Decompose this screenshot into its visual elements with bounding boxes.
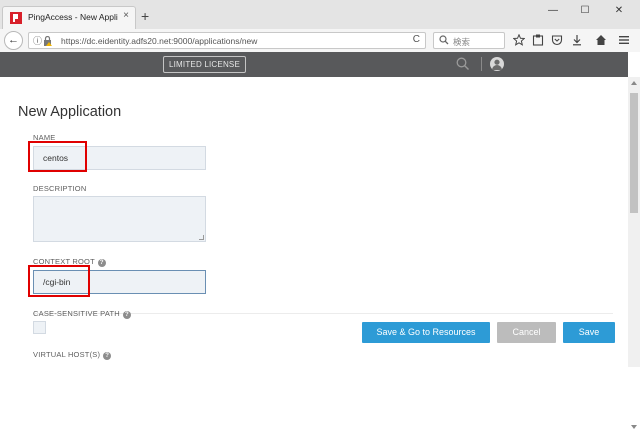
- search-bar[interactable]: 検索: [433, 32, 505, 49]
- reload-icon[interactable]: C: [413, 34, 420, 45]
- scroll-up-icon[interactable]: [631, 81, 637, 85]
- back-icon[interactable]: ←: [4, 31, 23, 50]
- tab-strip: PingAccess - New Applica... × + — ☐ ✕: [0, 0, 640, 29]
- description-field[interactable]: [33, 196, 206, 242]
- virtual-hosts-label: VIRTUAL HOST(S)?: [33, 350, 112, 360]
- navigation-bar: ← ⓘ https://dc.eidentity.adfs20.net:9000…: [0, 29, 640, 52]
- new-tab-icon[interactable]: +: [141, 9, 149, 23]
- description-label: DESCRIPTION: [33, 184, 87, 193]
- cancel-button[interactable]: Cancel: [497, 322, 556, 343]
- tab-title: PingAccess - New Applica...: [28, 12, 118, 22]
- bookmark-star-icon[interactable]: [513, 34, 525, 46]
- resize-grip-icon[interactable]: [199, 235, 204, 240]
- url-text: https://dc.eidentity.adfs20.net:9000/app…: [61, 36, 258, 46]
- case-sensitive-label-text: CASE-SENSITIVE PATH: [33, 309, 120, 318]
- site-info-icon[interactable]: ⓘ: [33, 34, 42, 47]
- case-sensitive-label: CASE-SENSITIVE PATH?: [33, 309, 131, 319]
- scroll-thumb[interactable]: [630, 93, 638, 213]
- help-icon[interactable]: ?: [122, 311, 131, 319]
- save-and-go-to-resources-button[interactable]: Save & Go to Resources: [362, 322, 490, 343]
- maximize-icon[interactable]: ☐: [570, 3, 600, 19]
- window-close-icon[interactable]: ✕: [604, 3, 634, 19]
- pocket-icon[interactable]: [551, 34, 563, 46]
- context-root-highlight-box: [28, 265, 90, 297]
- app-header: LIMITED LICENSE: [0, 52, 628, 77]
- help-icon[interactable]: ?: [103, 352, 112, 360]
- limited-license-button[interactable]: LIMITED LICENSE: [163, 56, 246, 73]
- name-highlight-box: [28, 141, 87, 172]
- case-sensitive-checkbox[interactable]: [33, 321, 46, 334]
- download-icon[interactable]: [571, 34, 583, 46]
- user-avatar-icon[interactable]: [490, 57, 504, 71]
- reading-list-icon[interactable]: [532, 34, 544, 46]
- minimize-icon[interactable]: —: [538, 3, 568, 19]
- url-bar[interactable]: ⓘ https://dc.eidentity.adfs20.net:9000/a…: [28, 32, 426, 49]
- help-icon[interactable]: ?: [97, 259, 106, 267]
- scroll-down-icon[interactable]: [631, 425, 637, 429]
- search-placeholder: 検索: [453, 37, 471, 47]
- virtual-hosts-label-text: VIRTUAL HOST(S): [33, 350, 101, 359]
- header-divider: [481, 57, 482, 71]
- page-title: New Application: [18, 104, 122, 120]
- search-icon: [439, 35, 449, 45]
- browser-tab[interactable]: PingAccess - New Applica... ×: [2, 6, 136, 29]
- pingaccess-favicon-icon: [10, 12, 22, 24]
- browser-chrome: PingAccess - New Applica... × + — ☐ ✕ ← …: [0, 0, 640, 52]
- menu-icon[interactable]: [618, 34, 630, 46]
- app-search-icon[interactable]: [456, 57, 470, 71]
- tab-close-icon[interactable]: ×: [123, 10, 129, 21]
- page-scrollbar[interactable]: [628, 77, 640, 429]
- save-button[interactable]: Save: [563, 322, 615, 343]
- warning-lock-icon[interactable]: [43, 36, 52, 46]
- home-icon[interactable]: [595, 34, 607, 46]
